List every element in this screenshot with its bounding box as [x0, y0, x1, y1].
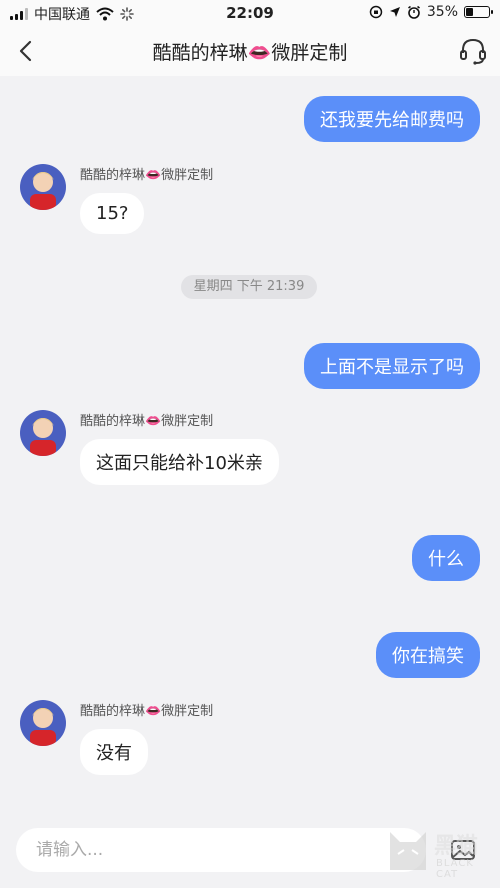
chat-area[interactable]: 还我要先给邮费吗 酷酷的梓琳👄微胖定制 15? 星期四 下午 21:39 上面不…: [0, 76, 500, 810]
message-bubble-incoming[interactable]: 没有: [80, 729, 148, 775]
sender-name: 酷酷的梓琳👄微胖定制: [80, 704, 214, 719]
message-bubble-outgoing[interactable]: 什么: [412, 535, 480, 581]
status-right: 35%: [369, 4, 493, 20]
message-input[interactable]: [16, 828, 426, 872]
watermark-subtext: BLACK CAT: [436, 858, 474, 880]
avatar[interactable]: [20, 700, 66, 746]
status-bar: 中国联通 22:09 35%: [0, 0, 500, 26]
avatar-image: [20, 410, 66, 456]
avatar[interactable]: [20, 164, 66, 210]
orientation-lock-icon: [369, 5, 383, 19]
message-bubble-outgoing[interactable]: 上面不是显示了吗: [304, 343, 480, 389]
message-bubble-incoming[interactable]: 15?: [80, 193, 145, 234]
message-bubble-outgoing[interactable]: 你在搞笑: [376, 632, 480, 678]
message-bubble-incoming[interactable]: 这面只能给补10米亲: [80, 439, 279, 485]
message-bubble-outgoing[interactable]: 还我要先给邮费吗: [304, 96, 480, 142]
sender-name: 酷酷的梓琳👄微胖定制: [80, 168, 214, 183]
input-bar: 黑猫 BLACK CAT: [0, 810, 500, 888]
customer-service-icon[interactable]: [458, 36, 488, 66]
cat-logo-icon: [390, 832, 426, 870]
watermark: 黑猫 BLACK CAT: [386, 824, 496, 882]
back-arrow-icon[interactable]: [12, 36, 40, 66]
avatar-image: [20, 164, 66, 210]
time-separator: 星期四 下午 21:39: [181, 275, 317, 299]
watermark-text: 黑猫: [434, 834, 479, 859]
nav-bar: 酷酷的梓琳👄微胖定制: [0, 26, 500, 76]
sender-name: 酷酷的梓琳👄微胖定制: [80, 414, 214, 429]
page-title: 酷酷的梓琳👄微胖定制: [152, 42, 348, 64]
battery-icon: [464, 6, 493, 18]
location-icon: [389, 7, 400, 17]
alarm-icon: [407, 5, 420, 19]
battery-percent: 35%: [426, 4, 458, 20]
avatar-image: [20, 700, 66, 746]
avatar[interactable]: [20, 410, 66, 456]
